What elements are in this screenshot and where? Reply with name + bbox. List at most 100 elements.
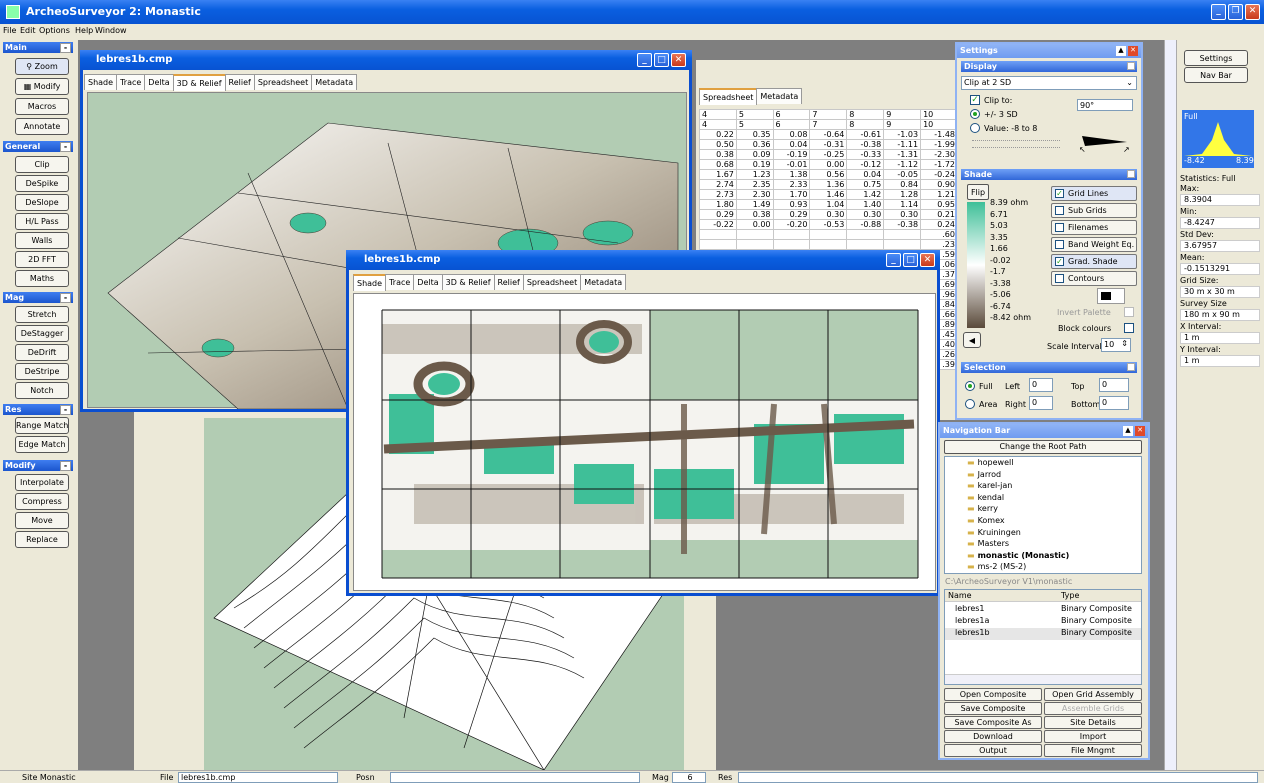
folder-item[interactable]: ▬ kerry <box>945 503 1141 515</box>
spreadsheet-cell[interactable]: 0.30 <box>809 209 848 220</box>
spreadsheet-cell[interactable]: 1.42 <box>846 189 885 200</box>
tab-spreadsheet-front[interactable]: Spreadsheet <box>522 274 582 290</box>
spreadsheet-cell[interactable]: 0.38 <box>699 149 737 160</box>
destripe-button[interactable]: DeStripe <box>15 363 69 380</box>
spreadsheet-cell[interactable]: 0.00 <box>735 219 774 230</box>
spreadsheet-cell[interactable]: 0.36 <box>735 139 774 150</box>
folder-item[interactable]: ▬ Kruiningen <box>945 527 1141 539</box>
nav-site-details-button[interactable]: Site Details <box>1044 716 1142 729</box>
spreadsheet-cell[interactable]: 0.21 <box>920 209 958 220</box>
shade-option-sub-grids[interactable]: Sub Grids <box>1051 203 1137 218</box>
move-button[interactable]: Move <box>15 512 69 529</box>
dedrift-button[interactable]: DeDrift <box>15 344 69 361</box>
spreadsheet-cell[interactable]: 1.46 <box>809 189 848 200</box>
clip-select[interactable]: Clip at 2 SD ⌄ <box>961 76 1137 90</box>
settings-titlebar[interactable]: Settings ▲ ✕ <box>957 44 1141 58</box>
folder-tree[interactable]: ▬ hopewell ▬ Jarrod ▬ karel-jan ▬ kendal ▬ kerry ▬… <box>944 456 1142 574</box>
spreadsheet-cell[interactable]: 1.36 <box>809 179 848 190</box>
spreadsheet-cell[interactable]: 0.68 <box>699 159 737 170</box>
spreadsheet-cell[interactable] <box>883 229 922 240</box>
window-3d-maximize-icon[interactable]: □ <box>654 53 669 67</box>
nav-open-grid-assembly-button[interactable]: Open Grid Assembly <box>1044 688 1142 701</box>
spreadsheet-cell[interactable]: 2.74 <box>699 179 737 190</box>
window-shade-close-icon[interactable]: ✕ <box>920 253 935 267</box>
tab-trace-front[interactable]: Trace <box>385 274 415 290</box>
spreadsheet-cell[interactable]: -0.33 <box>846 149 885 160</box>
spreadsheet-cell[interactable] <box>772 239 811 250</box>
value-radio[interactable] <box>970 123 980 133</box>
tab-relief[interactable]: Relief <box>224 74 255 90</box>
minimize-icon[interactable]: _ <box>1211 4 1226 20</box>
spreadsheet-cell[interactable]: -0.38 <box>883 219 922 230</box>
spreadsheet-cell[interactable]: 2.73 <box>699 189 737 200</box>
spreadsheet-cell[interactable]: 1.49 <box>735 199 774 210</box>
bottom-input[interactable]: 0 <box>1099 396 1129 410</box>
settings-toggle-button[interactable]: Settings <box>1184 50 1248 66</box>
shade-section-header[interactable]: Shade <box>961 169 1137 180</box>
spreadsheet-cell[interactable]: .60 <box>920 229 958 240</box>
spreadsheet-cell[interactable]: 0.24 <box>920 219 958 230</box>
spreadsheet-cell[interactable]: -0.31 <box>809 139 848 150</box>
spreadsheet-cell[interactable]: 1.80 <box>699 199 737 210</box>
spreadsheet-cell[interactable]: -1.72 <box>920 159 958 170</box>
spreadsheet-cell[interactable]: 0.35 <box>735 129 774 140</box>
spreadsheet-cell[interactable]: 0.30 <box>846 209 885 220</box>
spreadsheet-cell[interactable]: 1.70 <box>772 189 811 200</box>
selection-section-header[interactable]: Selection <box>961 362 1137 373</box>
folder-item[interactable]: ▬ hopewell <box>945 457 1141 469</box>
file-row[interactable]: lebres1 Binary Composite <box>945 604 1141 616</box>
spreadsheet-cell[interactable] <box>699 229 737 240</box>
shade-option-filenames[interactable]: Filenames <box>1051 220 1137 235</box>
sd-radio[interactable] <box>970 109 980 119</box>
spreadsheet-cell[interactable]: -0.64 <box>809 129 848 140</box>
checkbox-icon[interactable]: ✓ <box>1055 257 1064 266</box>
shade-option-grid-lines[interactable]: ✓ Grid Lines <box>1051 186 1137 201</box>
spreadsheet-cell[interactable] <box>735 229 774 240</box>
folder-item[interactable]: ▬ kendal <box>945 492 1141 504</box>
spreadsheet-cell[interactable]: .23 <box>920 239 958 250</box>
col-type-header[interactable]: Type <box>1061 591 1079 600</box>
spreadsheet-cell[interactable]: 1.23 <box>735 169 774 180</box>
close-icon[interactable]: ✕ <box>1245 4 1260 20</box>
tab-shade[interactable]: Shade <box>84 74 118 90</box>
general-section-header[interactable]: General <box>3 141 73 152</box>
spreadsheet-cell[interactable]: -0.88 <box>846 219 885 230</box>
despike-button[interactable]: DeSpike <box>15 175 69 192</box>
modify-section-header[interactable]: Modify <box>3 460 73 471</box>
spreadsheet-cell[interactable]: -0.38 <box>846 139 885 150</box>
checkbox-icon[interactable] <box>1055 240 1064 249</box>
nav-assemble-grids-button[interactable]: Assemble Grids <box>1044 702 1142 715</box>
spreadsheet-cell[interactable]: 0.08 <box>772 129 811 140</box>
spreadsheet-cell[interactable]: -0.61 <box>846 129 885 140</box>
spreadsheet-cell[interactable] <box>699 239 737 250</box>
spreadsheet-cell[interactable]: 2.35 <box>735 179 774 190</box>
spreadsheet-cell[interactable]: 1.14 <box>883 199 922 210</box>
tab-spreadsheet-active[interactable]: Spreadsheet <box>699 88 758 105</box>
modify-button[interactable]: ▦ Modify <box>15 78 69 95</box>
main-section-header[interactable]: Main <box>3 42 73 53</box>
invert-palette-checkbox[interactable] <box>1124 307 1134 317</box>
spreadsheet-cell[interactable]: 1.28 <box>883 189 922 200</box>
folder-item[interactable]: ▬ ms-2 (MS-2) <box>945 561 1141 573</box>
notch-button[interactable]: Notch <box>15 382 69 399</box>
destagger-button[interactable]: DeStagger <box>15 325 69 342</box>
spreadsheet-cell[interactable]: 0.56 <box>809 169 848 180</box>
spreadsheet-cell[interactable]: -0.19 <box>772 149 811 160</box>
spreadsheet-cell[interactable]: 2.33 <box>772 179 811 190</box>
window-shade-minimize-icon[interactable]: _ <box>886 253 901 267</box>
palette-colour-swatch[interactable] <box>1097 288 1125 304</box>
tab-trace[interactable]: Trace <box>116 74 146 90</box>
spreadsheet-cell[interactable]: 0.75 <box>846 179 885 190</box>
window-3d-minimize-icon[interactable]: _ <box>637 53 652 67</box>
deslope-button[interactable]: DeSlope <box>15 194 69 211</box>
clip-button[interactable]: Clip <box>15 156 69 173</box>
shade-option-grad-shade[interactable]: ✓ Grad. Shade <box>1051 254 1137 269</box>
spreadsheet-cell[interactable]: 0.90 <box>920 179 958 190</box>
window-shade-titlebar[interactable]: lebres1b.cmp _ □ ✕ <box>346 250 940 270</box>
window-shade-maximize-icon[interactable]: □ <box>903 253 918 267</box>
folder-item[interactable]: ▬ karel-jan <box>945 480 1141 492</box>
fft-button[interactable]: 2D FFT <box>15 251 69 268</box>
workspace-scroll[interactable] <box>1164 40 1176 770</box>
display-section-header[interactable]: Display <box>961 61 1137 72</box>
scale-intervals-spinner[interactable]: 10 ⇕ <box>1101 338 1131 352</box>
